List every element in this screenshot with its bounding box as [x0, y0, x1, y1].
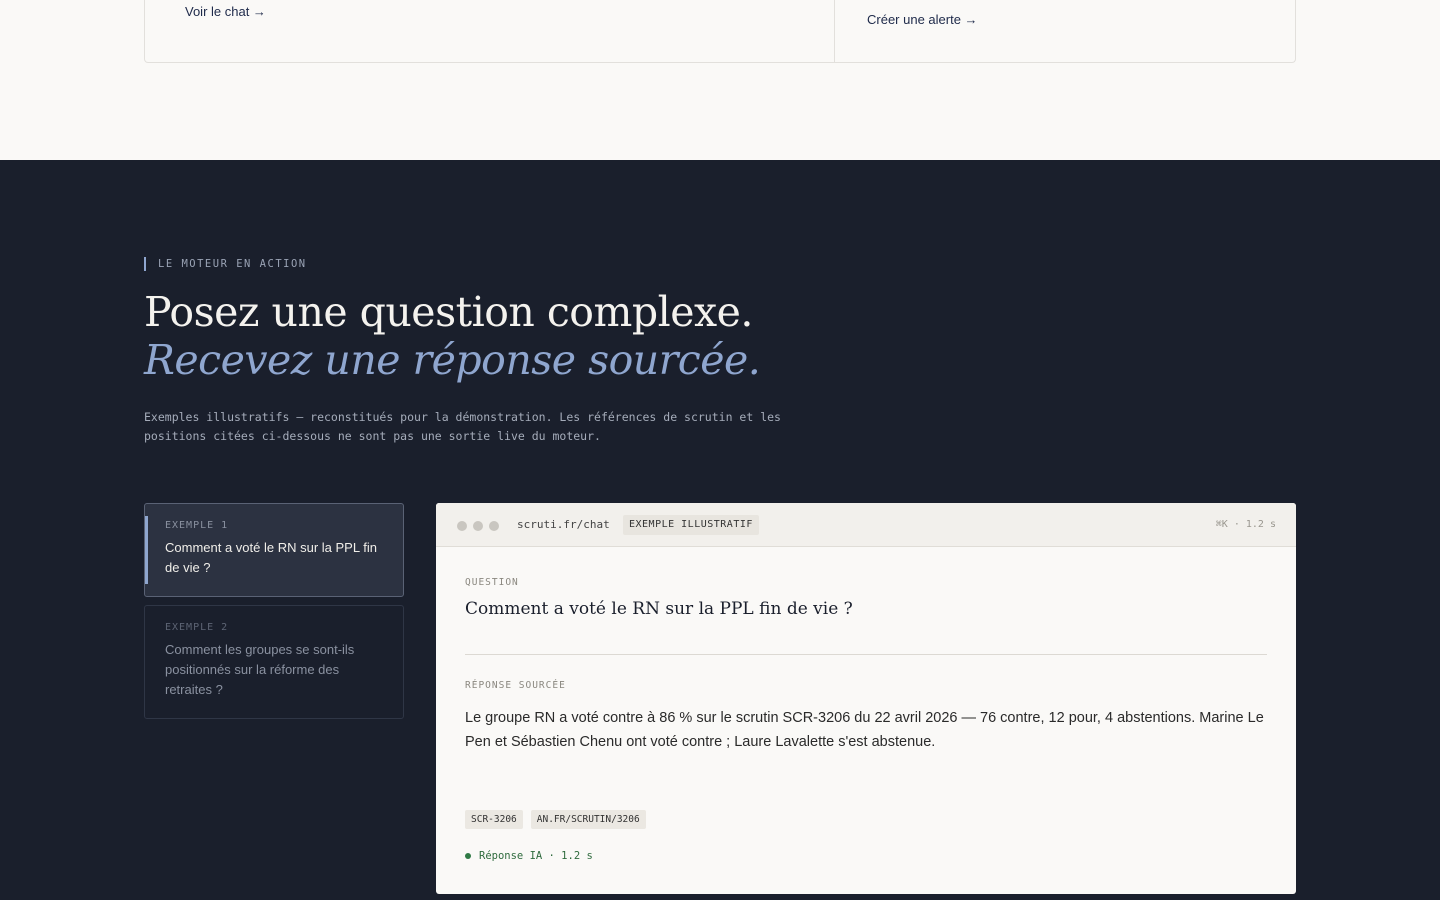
section-eyebrow: LE MOTEUR EN ACTION	[144, 257, 307, 271]
source-tag[interactable]: AN.FR/SCRUTIN/3206	[530, 810, 646, 829]
illustrative-badge: EXEMPLE ILLUSTRATIF	[623, 515, 759, 535]
alert-card: Créer une alerte →	[835, 0, 1295, 62]
top-section: Voir le chat → Créer une alerte →	[0, 0, 1440, 160]
chat-meta: ⌘K · 1.2 s	[1215, 519, 1276, 530]
window-dot-icon	[457, 521, 467, 531]
source-tag[interactable]: SCR-3206	[465, 810, 523, 829]
create-alert-link[interactable]: Créer une alerte →	[867, 12, 978, 27]
chat-titlebar: scruti.fr/chat EXEMPLE ILLUSTRATIF ⌘K · …	[436, 503, 1296, 547]
answer-label: RÉPONSE SOURCÉE	[465, 680, 566, 691]
example-label: EXEMPLE 2	[165, 622, 229, 633]
example-tab-2[interactable]: EXEMPLE 2 Comment les groupes se sont-il…	[144, 605, 404, 719]
chat-url: scruti.fr/chat	[517, 518, 610, 531]
section-headline: Posez une question complexe.	[144, 288, 753, 336]
chat-card: Voir le chat →	[145, 0, 835, 62]
example-label: EXEMPLE 1	[165, 520, 229, 531]
section-subheadline: Recevez une réponse sourcée.	[144, 336, 761, 384]
divider	[465, 654, 1267, 655]
chat-window: scruti.fr/chat EXEMPLE ILLUSTRATIF ⌘K · …	[436, 503, 1296, 894]
demo-disclaimer: Exemples illustratifs — reconstitués pou…	[144, 410, 781, 443]
status-dot-icon	[465, 853, 471, 859]
example-question: Comment les groupes se sont-ils position…	[165, 642, 355, 697]
response-status: Réponse IA · 1.2 s	[465, 850, 593, 862]
question-text: Comment a voté le RN sur la PPL fin de v…	[465, 599, 853, 619]
example-question: Comment a voté le RN sur la PPL fin de v…	[165, 540, 377, 575]
engine-demo-section: LE MOTEUR EN ACTION Posez une question c…	[0, 160, 1440, 900]
example-tab-1[interactable]: EXEMPLE 1 Comment a voté le RN sur la PP…	[144, 503, 404, 597]
question-label: QUESTION	[465, 577, 519, 588]
source-tags: SCR-3206 AN.FR/SCRUTIN/3206	[465, 810, 646, 829]
top-cards: Voir le chat → Créer une alerte →	[144, 0, 1296, 63]
window-dot-icon	[489, 521, 499, 531]
window-dot-icon	[473, 521, 483, 531]
answer-text: Le groupe RN a voté contre à 86 % sur le…	[465, 710, 1264, 750]
view-chat-link[interactable]: Voir le chat →	[185, 4, 266, 19]
status-text: Réponse IA · 1.2 s	[479, 850, 593, 862]
